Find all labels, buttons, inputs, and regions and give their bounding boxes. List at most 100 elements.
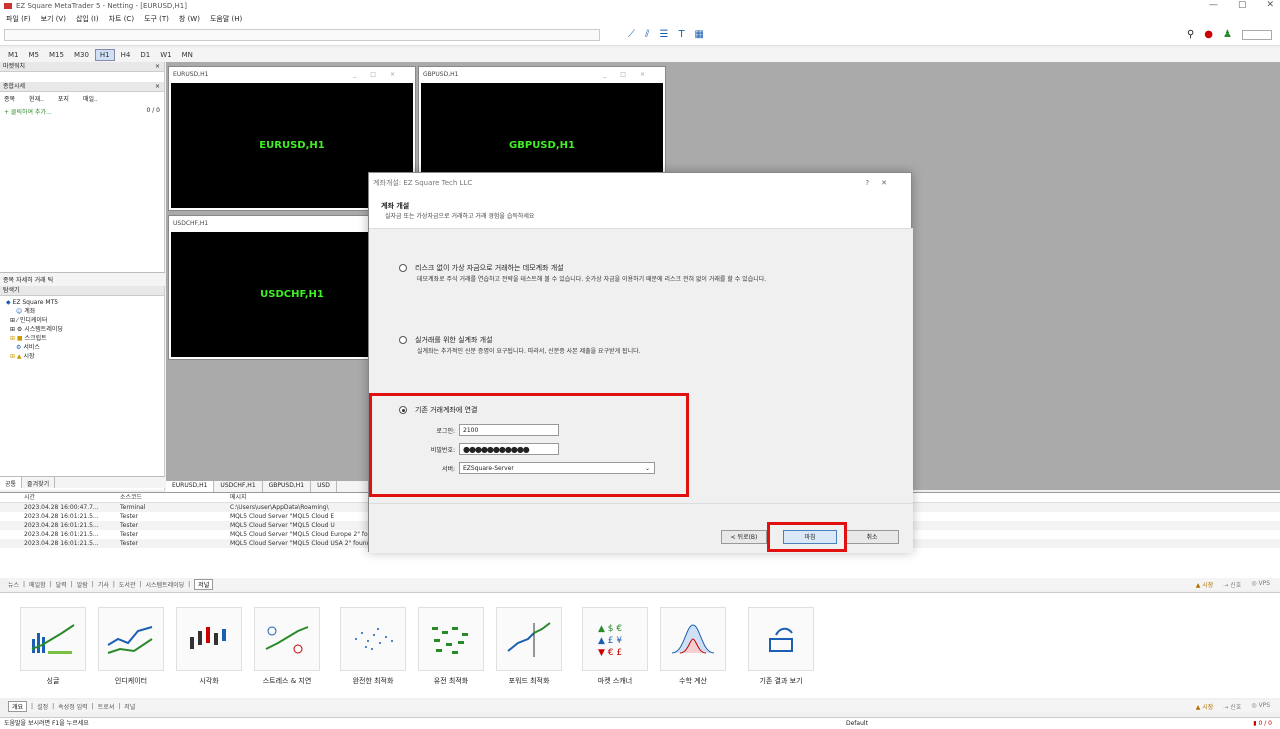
connection-status[interactable]: ▮ 0 / 0	[1253, 718, 1272, 729]
close-window-button[interactable]: ✕	[1266, 0, 1274, 10]
open-account-dialog: 계좌개설: EZ Square Tech LLC ?✕ 계좌 개설 실자금 또는…	[368, 172, 913, 553]
channel-icon[interactable]: ⫽	[645, 29, 649, 40]
signals-link[interactable]: ⇢ 신호	[1223, 580, 1241, 589]
option-real[interactable]: 실거래를 위한 실계좌 개설 실계좌는 추가적인 신분 증명이 요구됩니다. 따…	[399, 335, 889, 356]
tab-articles[interactable]: 기사	[98, 580, 109, 589]
status-profile[interactable]: Default	[846, 718, 868, 729]
signals-link[interactable]: ⇢ 신호	[1223, 702, 1241, 711]
column-source[interactable]: 소스코드	[120, 493, 230, 502]
tab-overview[interactable]: 개요	[8, 700, 28, 712]
menu-help[interactable]: 도움말 (H)	[210, 14, 242, 24]
column-price[interactable]: 현재..	[29, 94, 44, 103]
option-demo[interactable]: 리스크 없이 가상 자금으로 거래하는 데모계좌 개설 데모계좌로 주식 거래를…	[399, 263, 889, 284]
tab-journal[interactable]: 저널	[194, 578, 214, 590]
vps-link[interactable]: ◎ VPS	[1251, 702, 1270, 711]
search-icon[interactable]: ⚲	[1187, 29, 1194, 40]
tool-market-scanner[interactable]: ▲ $ € ▲ £ ¥ ▼ € £ 마켓 스캐너	[582, 607, 648, 686]
tab-ticks[interactable]: 틱	[48, 275, 54, 284]
tool-math-calc[interactable]: 수학 계산	[660, 607, 726, 686]
tool-indicator[interactable]: 인디케이터	[98, 607, 164, 686]
tool-genetic-optimization[interactable]: 유전 최적화	[418, 607, 484, 686]
tree-item-mt5[interactable]: ◆ EZ Square MT5	[6, 298, 63, 307]
cancel-button[interactable]: 취소	[845, 530, 899, 544]
chart-window-controls[interactable]: _□×	[603, 67, 659, 83]
chart-tab-eurusd[interactable]: EURUSD,H1	[166, 481, 215, 492]
timeframe-m5[interactable]: M5	[25, 50, 44, 60]
timeframe-w1[interactable]: W1	[156, 50, 175, 60]
text-tool-icon[interactable]: T	[678, 29, 684, 40]
dialog-close-button[interactable]: ✕	[881, 179, 899, 187]
tab-calendar[interactable]: 달력	[56, 580, 67, 589]
tab-favorites[interactable]: 즐겨찾기	[22, 477, 56, 488]
tool-full-optimization[interactable]: 완전한 최적화	[340, 607, 406, 686]
chart-window-controls[interactable]: _□×	[353, 67, 409, 83]
dialog-subheading: 실자금 또는 가상자금으로 거래하고 거래 경험을 습득하세요	[385, 213, 535, 220]
notification-icon[interactable]: ●	[1204, 29, 1213, 40]
shapes-icon[interactable]: ▦	[695, 29, 704, 40]
add-symbol-label[interactable]: + 클릭하여 추가...	[4, 107, 52, 116]
timeframe-h4[interactable]: H4	[117, 50, 135, 60]
tab-agents[interactable]: 트로셔	[98, 702, 115, 711]
menu-view[interactable]: 보기 (V)	[41, 14, 66, 24]
chart-tab-usdchf[interactable]: USDCHF,H1	[214, 481, 263, 492]
tab-alerts[interactable]: 알람	[77, 580, 88, 589]
tree-item-experts[interactable]: ⊞ ⚙ 시스템트레이딩	[6, 325, 63, 334]
close-panel-icon[interactable]: ×	[155, 82, 160, 92]
fibonacci-icon[interactable]: ☰	[659, 29, 668, 40]
menu-insert[interactable]: 삽입 (I)	[76, 14, 99, 24]
timeframe-d1[interactable]: D1	[136, 50, 154, 60]
tree-item-scripts[interactable]: ⊞ ■ 스크립트	[6, 334, 63, 343]
timeframe-m1[interactable]: M1	[4, 50, 23, 60]
column-symbol[interactable]: 종목	[4, 94, 15, 103]
tree-item-market[interactable]: ⊞ ▲ 시장	[6, 352, 63, 361]
menu-window[interactable]: 창 (W)	[179, 14, 200, 24]
trendline-icon[interactable]: ⟋	[628, 29, 635, 40]
timeframe-mn[interactable]: MN	[178, 50, 197, 60]
account-icon[interactable]: ♟	[1223, 29, 1232, 40]
tab-tester-journal[interactable]: 저널	[124, 702, 135, 711]
minimize-button[interactable]: —	[1209, 0, 1218, 10]
tool-stress[interactable]: 스트레스 & 지연	[254, 607, 320, 686]
help-button[interactable]: ?	[865, 179, 881, 187]
tab-details[interactable]: 자세히	[16, 275, 33, 284]
search-box[interactable]	[1242, 29, 1272, 40]
timeframe-m15[interactable]: M15	[45, 50, 68, 60]
chart-tab-usd[interactable]: USD	[311, 481, 337, 492]
tab-mailbox[interactable]: 메일함	[29, 580, 46, 589]
tab-experts[interactable]: 시스템트레이딩	[146, 580, 185, 589]
close-panel-icon[interactable]: ×	[155, 62, 160, 72]
tab-settings[interactable]: 설정	[37, 702, 48, 711]
timeframe-h1[interactable]: H1	[94, 49, 115, 61]
tree-item-accounts[interactable]: ☺ 계좌	[6, 307, 63, 316]
menu-tools[interactable]: 도구 (T)	[144, 14, 169, 24]
tool-open-results[interactable]: 기존 결과 보기	[748, 607, 814, 686]
tab-trading[interactable]: 거래	[35, 275, 46, 284]
tool-visualize[interactable]: 시각화	[176, 607, 242, 686]
chart-tab-gbpusd[interactable]: GBPUSD,H1	[263, 481, 312, 492]
maximize-button[interactable]: ▢	[1238, 0, 1247, 10]
market-link[interactable]: ▲ 시장	[1196, 580, 1214, 589]
title-bar: EZ Square MetaTrader 5 - Netting - [EURU…	[0, 0, 1280, 12]
add-symbol-row[interactable]: + 클릭하여 추가... 0 / 0	[0, 105, 164, 118]
column-position[interactable]: 포지	[58, 94, 69, 103]
tab-news[interactable]: 뉴스	[8, 580, 19, 589]
tab-symbols[interactable]: 종목	[3, 275, 14, 284]
tab-library[interactable]: 도서관	[119, 580, 136, 589]
tab-common[interactable]: 공통	[0, 477, 23, 488]
tool-forward-optimization[interactable]: 포워드 최적화	[496, 607, 562, 686]
market-link[interactable]: ▲ 시장	[1196, 702, 1214, 711]
column-daily[interactable]: 매일..	[83, 94, 98, 103]
menu-charts[interactable]: 차트 (C)	[109, 14, 134, 24]
tab-inputs[interactable]: 속성정 입력	[58, 702, 88, 711]
connection-traffic: 0 / 0	[1258, 720, 1272, 727]
back-button[interactable]: < 뒤로(B)	[721, 530, 767, 544]
radio-demo[interactable]	[399, 264, 407, 272]
timeframe-m30[interactable]: M30	[70, 50, 93, 60]
tree-item-services[interactable]: ⚙ 서비스	[6, 343, 63, 352]
tree-item-indicators[interactable]: ⊞ ⁄ 인디케이터	[6, 316, 63, 325]
vps-link[interactable]: ◎ VPS	[1251, 580, 1270, 589]
menu-file[interactable]: 파일 (F)	[6, 14, 31, 24]
column-time[interactable]: 시간	[0, 493, 120, 502]
radio-real[interactable]	[399, 336, 407, 344]
tool-single[interactable]: 싱글	[20, 607, 86, 686]
